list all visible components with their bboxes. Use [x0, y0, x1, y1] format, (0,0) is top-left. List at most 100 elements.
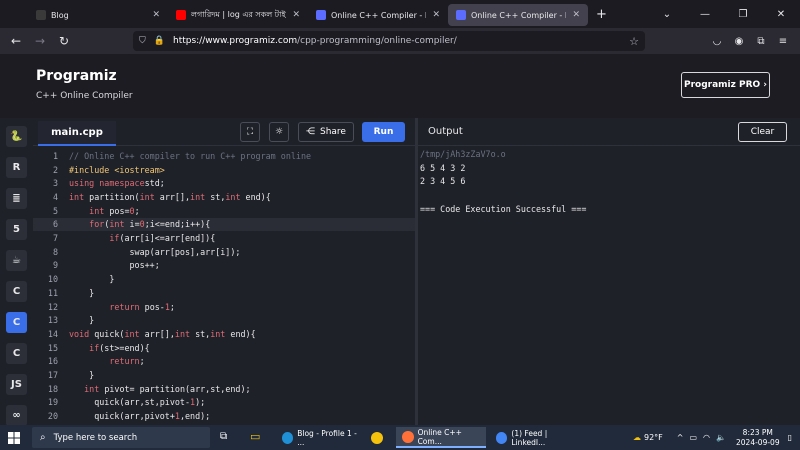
code-line[interactable]: 9 pos++;	[33, 259, 415, 273]
code-line[interactable]: 5 int pos=0;	[33, 204, 415, 218]
code-line[interactable]: 3 using namespacestd;	[33, 176, 415, 190]
code-line[interactable]: 1 // Online C++ compiler to run C++ progr…	[33, 149, 415, 163]
language-r-icon[interactable]: R	[6, 157, 27, 178]
browser-tab[interactable]: Online C++ Compiler - Program ✕	[308, 4, 448, 26]
weather-icon[interactable]: ☁	[633, 433, 641, 442]
code-line[interactable]: 4 int partition(int arr[],int st,int end)…	[33, 190, 415, 204]
browser-tab[interactable]: Online C++ Compiler - Program ✕	[448, 4, 588, 26]
app-icon	[402, 430, 414, 443]
forward-icon[interactable]: →	[28, 34, 52, 48]
language-html-icon[interactable]: 5	[6, 219, 27, 240]
notifications-icon[interactable]: ▯	[788, 433, 792, 442]
language-sidebar: 🐍 R ≣ 5 ☕ C C C JS ∞	[0, 118, 33, 426]
programiz-logo[interactable]: Programiz	[36, 68, 117, 84]
code-line[interactable]: 19 quick(arr,st,pivot-1);	[33, 396, 415, 410]
code-token: if	[89, 342, 100, 353]
code-area[interactable]: 1 // Online C++ compiler to run C++ progr…	[33, 146, 415, 425]
tab-close-icon[interactable]: ✕	[292, 10, 300, 20]
code-line[interactable]: 12 return pos-1;	[33, 300, 415, 314]
run-button[interactable]: Run	[362, 122, 405, 142]
code-token: int	[109, 219, 125, 230]
language-js-icon[interactable]: JS	[6, 374, 27, 395]
taskbar-app[interactable]	[365, 427, 391, 448]
minimize-icon[interactable]: —	[686, 9, 724, 20]
line-number: 11	[47, 287, 58, 298]
code-token: ,end);	[179, 411, 211, 422]
programiz-pro-button[interactable]: Programiz PRO ›	[681, 72, 770, 98]
taskbar-app[interactable]: Online C++ Com...	[396, 427, 486, 448]
weather-temp[interactable]: 92°F	[644, 433, 663, 442]
code-token: end){	[225, 328, 256, 339]
windows-start-icon[interactable]	[0, 425, 28, 450]
theme-sun-icon[interactable]: ☼	[269, 122, 289, 142]
bookmark-star-icon[interactable]: ☆	[629, 35, 639, 48]
pocket-icon[interactable]: ◡	[706, 36, 728, 47]
language-c-icon[interactable]: C	[6, 281, 27, 302]
share-button[interactable]: ⋲ Share	[298, 122, 354, 142]
code-text: for(int i=0;i<=end;i++){	[69, 219, 210, 229]
taskbar-app[interactable]: Blog - Profile 1 - ...	[276, 427, 362, 448]
language-sql-icon[interactable]: ≣	[6, 188, 27, 209]
code-token: pos=	[104, 205, 130, 216]
code-line[interactable]: 7 if(arr[i]<=arr[end]){	[33, 231, 415, 245]
tab-list-icon[interactable]: ⌄	[648, 9, 686, 20]
output-pane: Output Clear /tmp/jAh3zZaV7o.o 6 5 4 3 2 2…	[418, 118, 800, 425]
reload-icon[interactable]: ↻	[52, 34, 76, 48]
code-line[interactable]: 20 quick(arr,pivot+1,end);	[33, 409, 415, 423]
tray-chevron-icon[interactable]: ^	[677, 433, 684, 442]
browser-tab[interactable]: লগারিদম | log এর সকল টাইপের ✕	[168, 4, 308, 26]
tab-close-icon[interactable]: ✕	[152, 10, 160, 20]
line-number: 2	[52, 164, 58, 175]
clock[interactable]: 8:23 PM 2024-09-09	[736, 428, 780, 448]
line-number: 8	[52, 246, 58, 257]
code-token: partition(	[84, 191, 140, 202]
code-line[interactable]: 11 }	[33, 286, 415, 300]
wifi-icon[interactable]: ◠	[703, 433, 710, 442]
taskbar-app[interactable]: (1) Feed | LinkedI...	[490, 427, 580, 448]
code-line[interactable]: 18 int pivot= partition(arr,st,end);	[33, 382, 415, 396]
new-tab-button[interactable]: +	[596, 7, 607, 22]
language-go-icon[interactable]: ∞	[6, 405, 27, 426]
file-explorer-icon[interactable]: ▭	[250, 430, 260, 443]
language-csharp-icon[interactable]: C	[6, 343, 27, 364]
account-icon[interactable]: ◉	[728, 36, 750, 47]
language-python-icon[interactable]: 🐍	[6, 126, 27, 147]
back-icon[interactable]: ←	[4, 34, 28, 48]
task-view-icon[interactable]: ⧉	[220, 431, 227, 442]
code-token: int	[190, 191, 206, 202]
lock-icon[interactable]: 🔒	[154, 36, 165, 46]
code-line[interactable]: 8 swap(arr[pos],arr[i]);	[33, 245, 415, 259]
code-text: quick(arr,st,pivot-1);	[69, 397, 205, 407]
taskbar-search[interactable]: ⌕ Type here to search	[32, 427, 210, 448]
fullscreen-icon[interactable]: ⛶	[240, 122, 260, 142]
code-line[interactable]: 6 for(int i=0;i<=end;i++){	[33, 217, 415, 232]
close-window-icon[interactable]: ✕	[762, 9, 800, 20]
browser-tab[interactable]: Blog ✕	[28, 4, 168, 26]
menu-icon[interactable]: ≡	[772, 36, 794, 47]
network-icon[interactable]: ▭	[689, 433, 697, 442]
code-line[interactable]: 14 void quick(int arr[],int st,int end){	[33, 327, 415, 341]
shield-icon[interactable]: ⛉	[139, 36, 146, 46]
language-java-icon[interactable]: ☕	[6, 250, 27, 271]
volume-icon[interactable]: 🔈	[716, 433, 726, 442]
language-cpp-icon[interactable]: C	[6, 312, 27, 333]
code-line[interactable]: 10 }	[33, 272, 415, 286]
file-tab-main-cpp[interactable]: main.cpp	[38, 121, 116, 146]
url-bar[interactable]: ⛉ 🔒 https://www.programiz.com/cpp-progra…	[133, 31, 645, 51]
code-text: quick(arr,pivot+1,end);	[69, 411, 210, 421]
line-number: 1	[52, 150, 58, 161]
code-token: ;	[169, 301, 175, 312]
line-number: 19	[47, 397, 58, 408]
code-text: #include <iostream>	[69, 165, 165, 175]
tab-close-icon[interactable]: ✕	[432, 10, 440, 20]
restore-icon[interactable]: ❐	[724, 9, 762, 20]
code-line[interactable]: 15 if(st>=end){	[33, 341, 415, 355]
code-line[interactable]: 13 }	[33, 313, 415, 327]
tab-close-icon[interactable]: ✕	[572, 10, 580, 20]
extensions-icon[interactable]: ⧉	[750, 36, 772, 47]
clear-button[interactable]: Clear	[738, 122, 787, 142]
code-line[interactable]: 16 return;	[33, 355, 415, 369]
code-line[interactable]: 17 }	[33, 368, 415, 382]
code-line[interactable]: 2 #include <iostream>	[33, 163, 415, 177]
code-token: quick(arr,pivot+	[69, 411, 175, 422]
